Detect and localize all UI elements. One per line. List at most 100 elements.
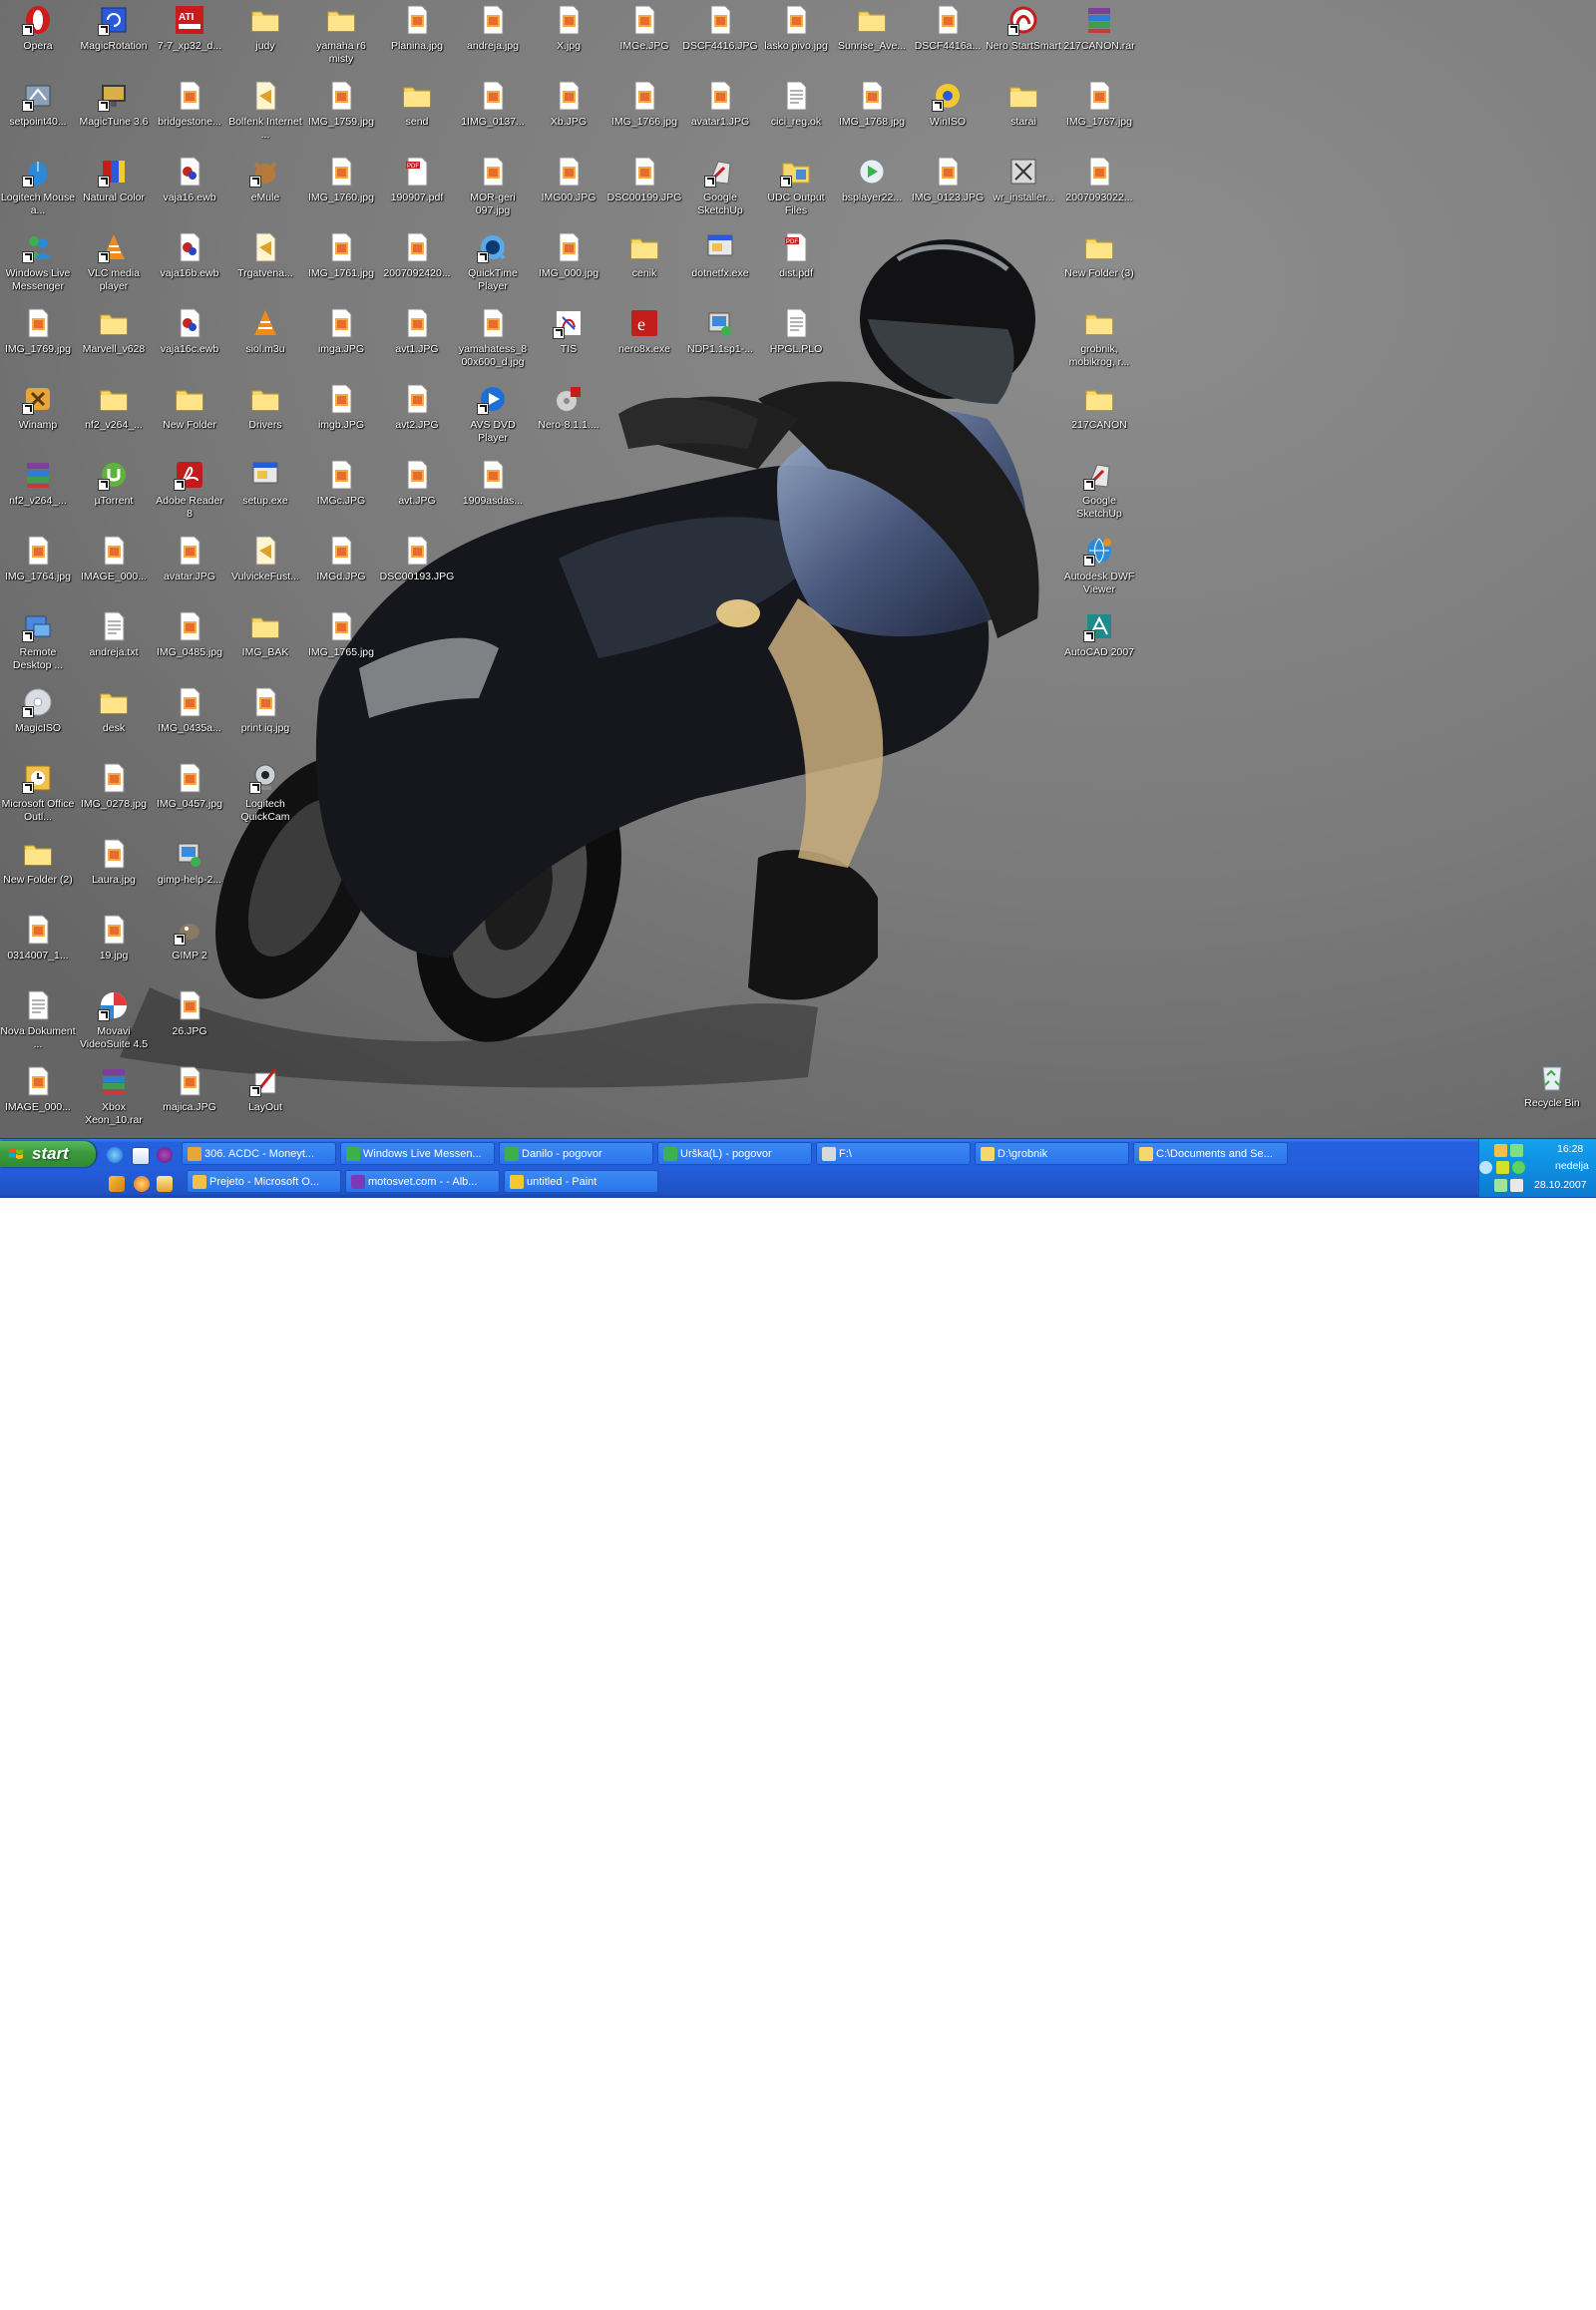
desktop-icon-image[interactable]: IMGe.JPG (606, 2, 682, 76)
desktop-icon-installer[interactable]: gimp-help-2... (152, 836, 227, 910)
desktop-icon-folder[interactable]: yamaha r6 misty (303, 2, 379, 76)
desktop-icon-image[interactable]: DSC00193.JPG (379, 533, 455, 606)
desktop-icon-app-gray[interactable]: setpoint40... (0, 78, 76, 152)
desktop-icon-ewb[interactable]: vaja16b.ewb (152, 229, 227, 303)
winamp-icon[interactable] (157, 1176, 173, 1192)
desktop-icon-setup[interactable]: setup.exe (227, 457, 303, 531)
desktop-icon-doc-yellow[interactable]: Trgatvena... (227, 229, 303, 303)
desktop-icon-wr[interactable]: wr_installer... (986, 154, 1061, 227)
desktop-icon-folder[interactable]: IMG_BAK (227, 608, 303, 682)
desktop-icon-rar[interactable]: nf2_v264_... (0, 457, 76, 531)
desktop-icon-folder[interactable]: New Folder (3) (1061, 229, 1137, 303)
desktop-icon-rar[interactable]: Xbox Xeon_10.rar (76, 1063, 152, 1137)
desktop-icon-nero-setup[interactable]: Nero-8.1.1.... (531, 381, 606, 455)
desktop-icon-disc[interactable]: MagicISO (0, 684, 76, 758)
desktop-icon-text[interactable]: andreja.txt (76, 608, 152, 682)
desktop-icon-folder[interactable]: send (379, 78, 455, 152)
taskbar-window-button[interactable]: Windows Live Messen... (340, 1142, 495, 1165)
desktop-icon-image[interactable]: IMG_1767.jpg (1061, 78, 1137, 152)
desktop-icon-doc-yellow[interactable]: Bolfenk Internet ... (227, 78, 303, 152)
security-tray-icon[interactable] (1510, 1179, 1523, 1192)
desktop-icon-image[interactable]: IMG_000.jpg (531, 229, 606, 303)
desktop-icon-folder[interactable]: nf2_v264_... (76, 381, 152, 455)
desktop-icon-image[interactable]: X.jpg (531, 2, 606, 76)
desktop-icon-folder[interactable]: judy (227, 2, 303, 76)
desktop-icon-image[interactable]: Laura.jpg (76, 836, 152, 910)
desktop-icon-folder[interactable]: Marvell_v628 (76, 305, 152, 379)
desktop-icon-image[interactable]: imga.JPG (303, 305, 379, 379)
speaker-icon[interactable] (1494, 1144, 1507, 1157)
desktop-icon-image[interactable]: DSC00199.JPG (606, 154, 682, 227)
desktop-icon-installer[interactable]: NDP1.1sp1-... (682, 305, 758, 379)
clock-time[interactable]: 16:28 (1557, 1143, 1583, 1155)
desktop-icon-text[interactable]: HPGL.PLO (758, 305, 834, 379)
desktop-icon-winiso[interactable]: WinISO (910, 78, 986, 152)
desktop-icon-emule[interactable]: eMule (227, 154, 303, 227)
desktop[interactable]: Opera setpoint40... Logitech Mouse a... Win… (0, 0, 1596, 1138)
desktop-icon-image[interactable]: 1909asdas... (455, 457, 531, 531)
desktop-icon-image[interactable]: IMG_1769.jpg (0, 305, 76, 379)
desktop-icon-remote[interactable]: Remote Desktop ... (0, 608, 76, 682)
desktop-icon-image[interactable]: 0314007_1... (0, 912, 76, 985)
desktop-icon-image[interactable]: IMG_1760.jpg (303, 154, 379, 227)
desktop-icon-image[interactable]: IMG_1765.jpg (303, 608, 379, 682)
desktop-icon-utorrent[interactable]: µTorrent (76, 457, 152, 531)
browser-icon[interactable] (157, 1147, 173, 1163)
desktop-icon-image[interactable]: IMG_1759.jpg (303, 78, 379, 152)
desktop-icon-image[interactable]: bridgestone... (152, 78, 227, 152)
desktop-icon-nero-red[interactable]: e nero8x.exe (606, 305, 682, 379)
desktop-icon-image[interactable]: IMG_0435a... (152, 684, 227, 758)
desktop-icon-folder[interactable]: desk (76, 684, 152, 758)
start-button[interactable]: start (0, 1141, 96, 1167)
desktop-icon-image[interactable]: 1IMG_0137... (455, 78, 531, 152)
desktop-icon-app-blue[interactable]: MagicRotation (76, 2, 152, 76)
desktop-icon-mouse[interactable]: Logitech Mouse a... (0, 154, 76, 227)
taskbar-window-button[interactable]: untitled - Paint (504, 1170, 658, 1193)
desktop-icon-autocad[interactable]: AutoCAD 2007 (1061, 608, 1137, 682)
desktop-icon-pdf[interactable]: PDF dist.pdf (758, 229, 834, 303)
app-tray-icon[interactable] (1496, 1161, 1509, 1174)
desktop-icon-image[interactable]: avt1.JPG (379, 305, 455, 379)
desktop-icon-movavi[interactable]: Movavi VideoSuite 4.5 (76, 987, 152, 1061)
desktop-icon-color[interactable]: Natural Color (76, 154, 152, 227)
desktop-icon-nero[interactable]: Nero StartSmart (986, 2, 1061, 76)
desktop-icon-image[interactable]: avt.JPG (379, 457, 455, 531)
desktop-icon-folder[interactable]: Drivers (227, 381, 303, 455)
desktop-icon-folder-special[interactable]: UDC Output Files (758, 154, 834, 227)
taskbar-window-button[interactable]: 306. ACDC - Moneyt... (182, 1142, 336, 1165)
back-arrow-icon[interactable] (1479, 1161, 1492, 1174)
desktop-icon-folder[interactable]: grobnik, mobikrog, r... (1061, 305, 1137, 379)
desktop-icon-image[interactable]: andreja.jpg (455, 2, 531, 76)
opera-icon[interactable] (134, 1176, 150, 1192)
taskbar-window-button[interactable]: C:\Documents and Se... (1133, 1142, 1288, 1165)
desktop-icon-doc-yellow[interactable]: VulvickeFust... (227, 533, 303, 606)
taskbar-window-button[interactable]: F:\ (816, 1142, 971, 1165)
taskbar-window-button[interactable]: Urška(L) - pogovor (657, 1142, 812, 1165)
desktop-icon-ati[interactable]: ATI 7-7_xp32_d... (152, 2, 227, 76)
desktop-icon-image[interactable]: IMG_0485.jpg (152, 608, 227, 682)
desktop-icon-folder[interactable]: 217CANON (1061, 381, 1137, 455)
desktop-icon-image[interactable]: IMG_1768.jpg (834, 78, 910, 152)
network-icon[interactable] (1510, 1144, 1523, 1157)
desktop-icon-image[interactable]: IMAGE_000... (0, 1063, 76, 1137)
desktop-icon-vlc[interactable]: VLC media player (76, 229, 152, 303)
desktop-icon-image[interactable]: DSCF4416a... (910, 2, 986, 76)
desktop-icon-image[interactable]: Planina.jpg (379, 2, 455, 76)
desktop-icon-image[interactable]: avatar1.JPG (682, 78, 758, 152)
desktop-icon-image[interactable]: 19.jpg (76, 912, 152, 985)
recycle-bin[interactable]: Recycle Bin (1514, 1059, 1590, 1133)
desktop-icon-folder[interactable]: New Folder (2) (0, 836, 76, 910)
desktop-icon-image[interactable]: IMG_0278.jpg (76, 760, 152, 834)
desktop-icon-folder[interactable]: Sunrise_Ave... (834, 2, 910, 76)
desktop-icon-image[interactable]: 2007092420... (379, 229, 455, 303)
safely-remove-icon[interactable] (1494, 1179, 1507, 1192)
desktop-icon-image[interactable]: IMGd.JPG (303, 533, 379, 606)
desktop-icon-folder[interactable]: starai (986, 78, 1061, 152)
desktop-icon-image[interactable]: print iq.jpg (227, 684, 303, 758)
desktop-icon-monitor[interactable]: MagicTune 3.6 (76, 78, 152, 152)
desktop-icon-sketchup[interactable]: Google SketchUp (1061, 457, 1137, 531)
desktop-icon-winamp[interactable]: Winamp (0, 381, 76, 455)
desktop-icon-outlook[interactable]: Microsoft Office Outl... (0, 760, 76, 834)
desktop-icon-folder[interactable]: New Folder (152, 381, 227, 455)
desktop-icon-ewb[interactable]: vaja16c.ewb (152, 305, 227, 379)
